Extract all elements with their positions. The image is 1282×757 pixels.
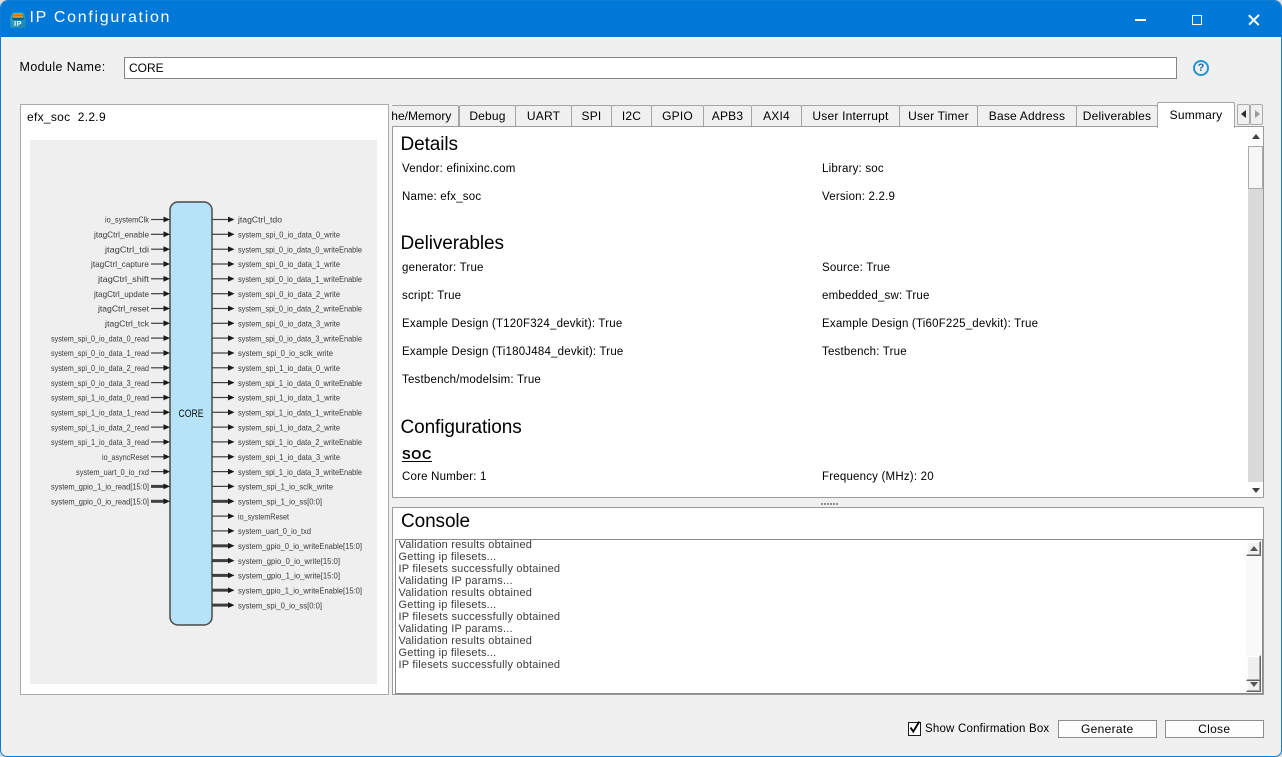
svg-text:system_spi_1_io_data_2_write: system_spi_1_io_data_2_write	[238, 422, 340, 432]
svg-text:jtagCtrl_reset: jtagCtrl_reset	[97, 304, 150, 314]
svg-text:system_uart_0_io_rxd: system_uart_0_io_rxd	[76, 467, 149, 477]
svg-text:system_spi_0_io_data_3_read: system_spi_0_io_data_3_read	[51, 378, 149, 388]
svg-text:system_spi_0_io_data_2_write: system_spi_0_io_data_2_write	[238, 289, 340, 299]
svg-text:system_spi_0_io_sclk_write: system_spi_0_io_sclk_write	[238, 348, 333, 358]
svg-text:system_spi_1_io_data_2_writeEn: system_spi_1_io_data_2_writeEnable	[238, 437, 362, 447]
svg-text:jtagCtrl_tdo: jtagCtrl_tdo	[237, 215, 282, 225]
svg-text:system_gpio_1_io_writeEnable[1: system_gpio_1_io_writeEnable[15:0]	[238, 585, 362, 595]
svg-text:system_gpio_0_io_read[15:0]: system_gpio_0_io_read[15:0]	[51, 497, 149, 507]
svg-text:system_gpio_1_io_write[15:0]: system_gpio_1_io_write[15:0]	[238, 571, 340, 581]
svg-text:system_spi_0_io_data_1_writeEn: system_spi_0_io_data_1_writeEnable	[238, 274, 362, 284]
svg-text:system_spi_1_io_data_1_writeEn: system_spi_1_io_data_1_writeEnable	[238, 408, 362, 418]
svg-text:jtagCtrl_tdi: jtagCtrl_tdi	[104, 244, 149, 254]
svg-text:system_spi_1_io_data_0_write: system_spi_1_io_data_0_write	[238, 363, 340, 373]
svg-text:system_spi_1_io_data_1_write: system_spi_1_io_data_1_write	[238, 393, 340, 403]
svg-text:system_spi_0_io_data_3_writeEn: system_spi_0_io_data_3_writeEnable	[238, 333, 362, 343]
svg-text:jtagCtrl_update: jtagCtrl_update	[93, 289, 149, 299]
svg-text:io_asyncReset: io_asyncReset	[102, 452, 150, 462]
svg-text:system_gpio_0_io_writeEnable[1: system_gpio_0_io_writeEnable[15:0]	[238, 541, 362, 551]
svg-text:system_spi_1_io_data_0_writeEn: system_spi_1_io_data_0_writeEnable	[238, 378, 362, 388]
svg-text:io_systemClk: io_systemClk	[105, 215, 150, 225]
svg-text:system_spi_1_io_data_1_read: system_spi_1_io_data_1_read	[51, 408, 149, 418]
svg-text:jtagCtrl_shift: jtagCtrl_shift	[97, 274, 150, 284]
svg-text:system_spi_0_io_data_3_write: system_spi_0_io_data_3_write	[238, 319, 340, 329]
svg-text:jtagCtrl_capture: jtagCtrl_capture	[90, 259, 149, 269]
svg-text:system_spi_0_io_ss[0:0]: system_spi_0_io_ss[0:0]	[238, 600, 322, 610]
svg-text:IP: IP	[14, 18, 22, 27]
svg-text:system_spi_0_io_data_0_write: system_spi_0_io_data_0_write	[238, 230, 340, 240]
svg-text:system_gpio_0_io_write[15:0]: system_gpio_0_io_write[15:0]	[238, 556, 340, 566]
svg-text:CORE: CORE	[179, 408, 204, 420]
svg-text:system_gpio_1_io_read[15:0]: system_gpio_1_io_read[15:0]	[51, 482, 149, 492]
svg-text:system_spi_1_io_data_3_writeEn: system_spi_1_io_data_3_writeEnable	[238, 467, 362, 477]
svg-text:system_spi_0_io_data_2_read: system_spi_0_io_data_2_read	[51, 363, 149, 373]
svg-text:system_spi_1_io_data_0_read: system_spi_1_io_data_0_read	[51, 393, 149, 403]
svg-text:system_uart_0_io_txd: system_uart_0_io_txd	[238, 526, 311, 536]
svg-text:system_spi_0_io_data_2_writeEn: system_spi_0_io_data_2_writeEnable	[238, 304, 362, 314]
svg-text:system_spi_1_io_ss[0:0]: system_spi_1_io_ss[0:0]	[238, 497, 322, 507]
svg-text:system_spi_0_io_data_1_write: system_spi_0_io_data_1_write	[238, 259, 340, 269]
svg-text:system_spi_1_io_data_2_read: system_spi_1_io_data_2_read	[51, 422, 149, 432]
svg-text:system_spi_1_io_data_3_write: system_spi_1_io_data_3_write	[238, 452, 340, 462]
svg-text:system_spi_1_io_data_3_read: system_spi_1_io_data_3_read	[51, 437, 149, 447]
svg-text:system_spi_0_io_data_1_read: system_spi_0_io_data_1_read	[51, 348, 149, 358]
svg-text:system_spi_0_io_data_0_read: system_spi_0_io_data_0_read	[51, 333, 149, 343]
svg-text:io_systemReset: io_systemReset	[238, 511, 290, 521]
svg-text:system_spi_1_io_sclk_write: system_spi_1_io_sclk_write	[238, 482, 333, 492]
svg-text:jtagCtrl_tck: jtagCtrl_tck	[104, 319, 150, 329]
svg-text:jtagCtrl_enable: jtagCtrl_enable	[93, 230, 149, 240]
svg-text:system_spi_0_io_data_0_writeEn: system_spi_0_io_data_0_writeEnable	[238, 244, 362, 254]
